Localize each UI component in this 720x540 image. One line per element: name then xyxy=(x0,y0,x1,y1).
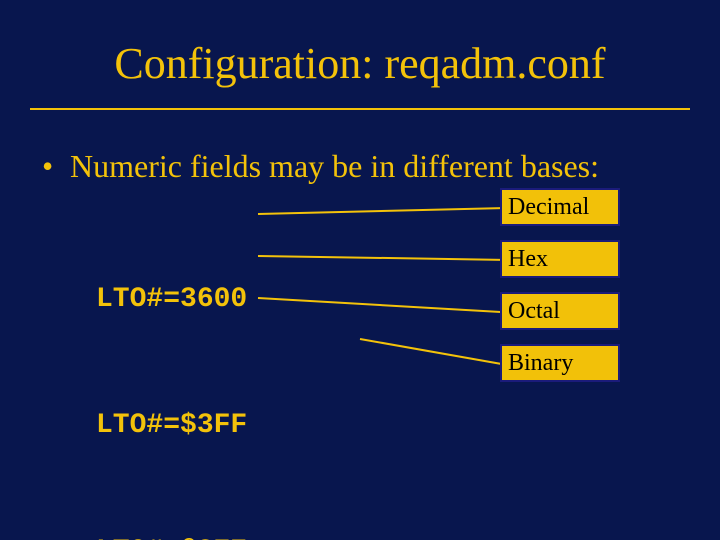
code-block: LTO#=3600 LTO#=$3FF LTO#=@277 LTO#=%0101… xyxy=(96,195,348,540)
label-decimal: Decimal xyxy=(500,188,620,226)
code-line-octal: LTO#=@277 xyxy=(96,531,348,540)
code-line-hex: LTO#=$3FF xyxy=(96,405,348,447)
bullet-text: Numeric fields may be in different bases… xyxy=(70,148,599,185)
slide: Configuration: reqadm.conf Numeric field… xyxy=(0,0,720,540)
label-binary: Binary xyxy=(500,344,620,382)
connector-line xyxy=(360,338,501,365)
bullet-row: Numeric fields may be in different bases… xyxy=(42,148,690,185)
label-column: Decimal Hex Octal Binary xyxy=(500,188,620,396)
label-hex: Hex xyxy=(500,240,620,278)
label-octal: Octal xyxy=(500,292,620,330)
slide-title: Configuration: reqadm.conf xyxy=(0,38,720,89)
title-underline xyxy=(30,108,690,110)
bullet-dot-icon xyxy=(42,148,70,185)
